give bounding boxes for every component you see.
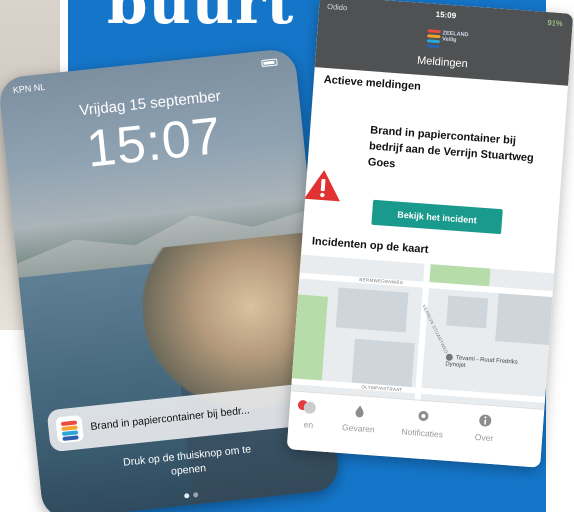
app-phone: Odido 15:09 91% ZEELAND Veilig Meldingen… (286, 0, 574, 468)
incident-card: Brand in papiercontainer bij bedrijf aan… (322, 96, 553, 255)
app-battery: 91% (547, 18, 563, 29)
flame-icon (355, 405, 364, 418)
lockscreen-carrier: KPN NL (12, 81, 46, 96)
photo-composite: buurt KPN NL Vrijdag 15 september 15:07 … (0, 0, 574, 512)
active-section-title: Actieve meldingen (323, 73, 422, 93)
app-header: Odido 15:09 91% ZEELAND Veilig Meldingen (314, 0, 574, 86)
battery-icon (261, 58, 278, 68)
alert-icon (303, 401, 316, 414)
tab-over[interactable]: Over (454, 411, 516, 444)
zeeland-veilig-app-icon (55, 414, 84, 444)
info-icon (479, 414, 492, 427)
map-poi: Tevami - Ruud Fredriks Dynojet (445, 353, 518, 370)
tab-gevaren[interactable]: Gevaren (328, 402, 390, 435)
tab-notificaties[interactable]: Notificaties (392, 407, 454, 440)
map-pin-icon (445, 353, 454, 362)
headline: buurt (107, 0, 295, 37)
warning-icon (304, 170, 340, 202)
incident-map[interactable]: BERMWEGENWEG VERRIJN STUARTWEG OLYMPIAST… (291, 254, 555, 409)
view-incident-button[interactable]: Bekijk het incident (371, 199, 503, 235)
notification-text: Brand in papiercontainer bij bedr... (89, 404, 251, 433)
incident-text: Brand in papiercontainer bij bedrijf aan… (367, 124, 535, 171)
screen-title: Meldingen (416, 54, 469, 71)
gear-icon (418, 411, 429, 422)
app-logo: ZEELAND Veilig (426, 27, 469, 49)
